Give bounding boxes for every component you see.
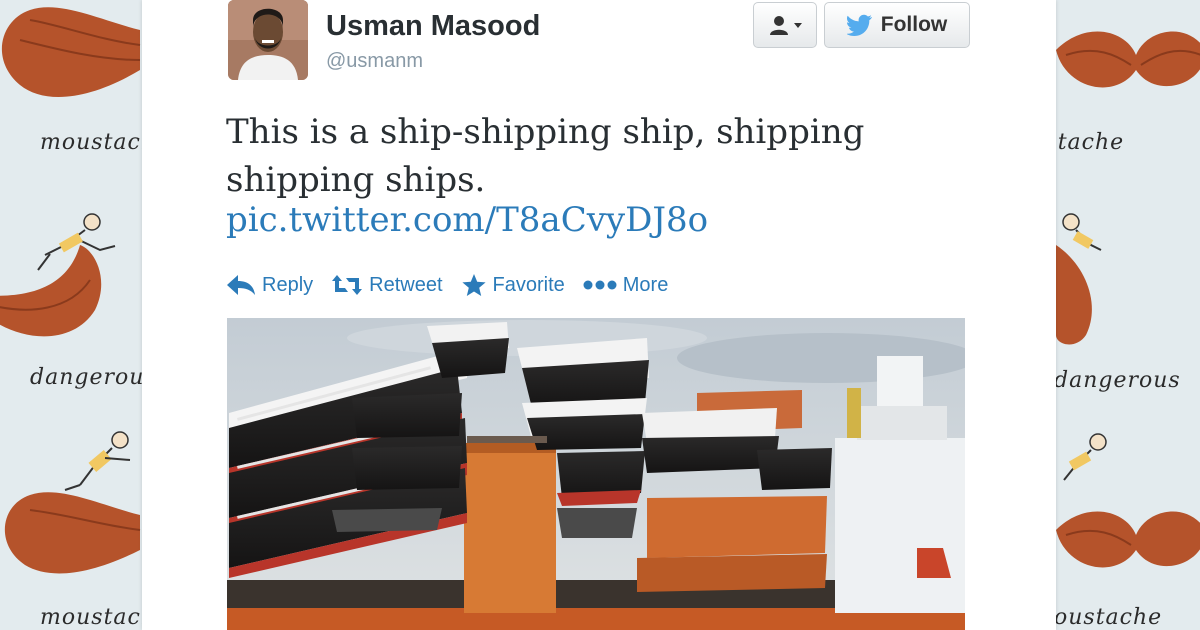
tweet-media-link[interactable]: pic.twitter.com/T8aCvyDJ8o: [226, 200, 708, 240]
moustache-illustration: [1056, 245, 1092, 345]
tweet-card: Usman Masood @usmanm Follow This is a sh…: [142, 0, 1056, 630]
follow-button-label: Follow: [880, 13, 948, 36]
tweet-text: This is a ship-shipping ship, shipping s…: [226, 112, 865, 200]
wallpaper-word: dangerous: [30, 365, 142, 390]
falling-man-illustration: [1063, 433, 1107, 481]
retweet-label: Retweet: [369, 273, 443, 296]
follow-button[interactable]: Follow: [824, 2, 970, 48]
tweet-photo[interactable]: [227, 318, 965, 630]
wallpaper-left: moustache dangerous moustache: [0, 0, 142, 630]
wallpaper-right: oustache dangerous oustache: [1056, 0, 1200, 630]
avatar[interactable]: [228, 0, 308, 80]
tweet-actions: Reply Retweet Favorite More: [226, 268, 686, 302]
more-label: More: [622, 273, 669, 296]
moustache-illustration: [4, 492, 141, 574]
wallpaper-word: moustache: [40, 605, 142, 630]
reply-action[interactable]: Reply: [226, 274, 313, 297]
more-dots-icon: [583, 280, 617, 290]
moustache-illustration: [1056, 511, 1200, 568]
wallpaper-word: dangerous: [1056, 368, 1181, 393]
reply-label: Reply: [262, 273, 314, 296]
more-action[interactable]: More: [583, 273, 669, 297]
user-actions-button[interactable]: [753, 2, 817, 48]
caret-down-icon: [793, 23, 802, 28]
author-handle[interactable]: @usmanm: [326, 50, 423, 73]
twitter-bird-icon: [846, 14, 872, 36]
ship-photo: [227, 318, 965, 630]
favorite-action[interactable]: Favorite: [461, 273, 565, 297]
reply-icon: [227, 275, 255, 295]
author-name[interactable]: Usman Masood: [326, 10, 540, 43]
moustache-illustration: [1056, 31, 1200, 88]
retweet-icon: [332, 275, 363, 295]
retweet-action[interactable]: Retweet: [331, 273, 443, 297]
star-icon: [461, 274, 486, 296]
wallpaper-word: oustache: [1056, 605, 1163, 630]
wallpaper-word: moustache: [40, 130, 142, 155]
moustache-illustration: [0, 245, 102, 337]
wallpaper-word: oustache: [1056, 130, 1125, 155]
user-icon: [769, 16, 788, 35]
moustache-illustration: [1, 7, 141, 97]
avatar-photo: [228, 0, 308, 80]
favorite-label: Favorite: [492, 273, 565, 296]
